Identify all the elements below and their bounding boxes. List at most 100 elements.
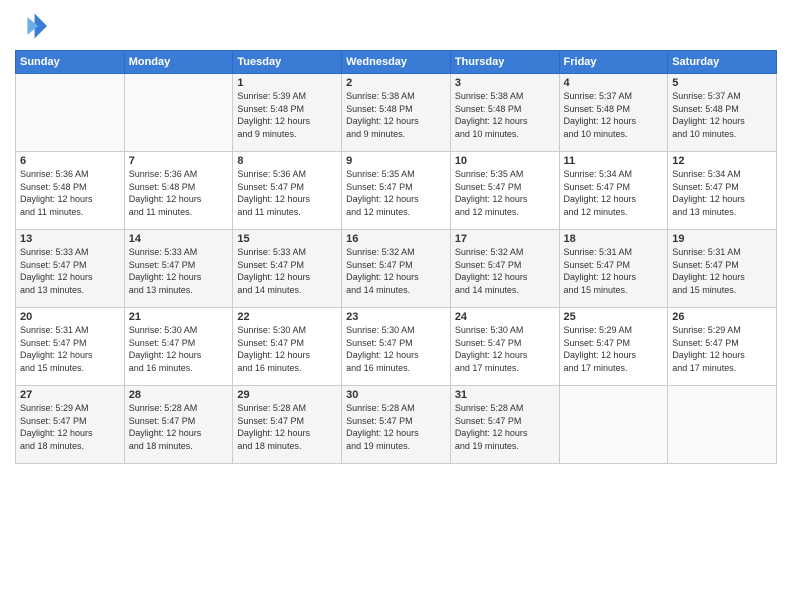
day-number: 12 — [672, 155, 772, 167]
day-cell: 4Sunrise: 5:37 AM Sunset: 5:48 PM Daylig… — [559, 74, 668, 152]
day-info: Sunrise: 5:30 AM Sunset: 5:47 PM Dayligh… — [237, 324, 337, 374]
day-cell: 19Sunrise: 5:31 AM Sunset: 5:47 PM Dayli… — [668, 230, 777, 308]
day-info: Sunrise: 5:29 AM Sunset: 5:47 PM Dayligh… — [564, 324, 664, 374]
day-cell: 12Sunrise: 5:34 AM Sunset: 5:47 PM Dayli… — [668, 152, 777, 230]
day-info: Sunrise: 5:36 AM Sunset: 5:47 PM Dayligh… — [237, 168, 337, 218]
day-info: Sunrise: 5:37 AM Sunset: 5:48 PM Dayligh… — [672, 90, 772, 140]
weekday-header-saturday: Saturday — [668, 51, 777, 74]
day-cell: 27Sunrise: 5:29 AM Sunset: 5:47 PM Dayli… — [16, 386, 125, 464]
day-number: 5 — [672, 77, 772, 89]
day-number: 31 — [455, 389, 555, 401]
day-info: Sunrise: 5:32 AM Sunset: 5:47 PM Dayligh… — [455, 246, 555, 296]
day-cell: 14Sunrise: 5:33 AM Sunset: 5:47 PM Dayli… — [124, 230, 233, 308]
day-number: 23 — [346, 311, 446, 323]
day-number: 19 — [672, 233, 772, 245]
day-cell: 31Sunrise: 5:28 AM Sunset: 5:47 PM Dayli… — [450, 386, 559, 464]
day-info: Sunrise: 5:28 AM Sunset: 5:47 PM Dayligh… — [346, 402, 446, 452]
day-cell: 21Sunrise: 5:30 AM Sunset: 5:47 PM Dayli… — [124, 308, 233, 386]
week-row-4: 20Sunrise: 5:31 AM Sunset: 5:47 PM Dayli… — [16, 308, 777, 386]
day-info: Sunrise: 5:39 AM Sunset: 5:48 PM Dayligh… — [237, 90, 337, 140]
day-number: 25 — [564, 311, 664, 323]
day-cell: 28Sunrise: 5:28 AM Sunset: 5:47 PM Dayli… — [124, 386, 233, 464]
logo — [15, 10, 51, 42]
day-cell: 6Sunrise: 5:36 AM Sunset: 5:48 PM Daylig… — [16, 152, 125, 230]
day-info: Sunrise: 5:34 AM Sunset: 5:47 PM Dayligh… — [672, 168, 772, 218]
weekday-header-thursday: Thursday — [450, 51, 559, 74]
day-number: 11 — [564, 155, 664, 167]
day-cell — [668, 386, 777, 464]
day-info: Sunrise: 5:36 AM Sunset: 5:48 PM Dayligh… — [20, 168, 120, 218]
day-cell: 11Sunrise: 5:34 AM Sunset: 5:47 PM Dayli… — [559, 152, 668, 230]
day-number: 8 — [237, 155, 337, 167]
day-number: 16 — [346, 233, 446, 245]
weekday-header-friday: Friday — [559, 51, 668, 74]
day-cell: 2Sunrise: 5:38 AM Sunset: 5:48 PM Daylig… — [342, 74, 451, 152]
day-number: 20 — [20, 311, 120, 323]
day-cell: 8Sunrise: 5:36 AM Sunset: 5:47 PM Daylig… — [233, 152, 342, 230]
week-row-2: 6Sunrise: 5:36 AM Sunset: 5:48 PM Daylig… — [16, 152, 777, 230]
day-info: Sunrise: 5:31 AM Sunset: 5:47 PM Dayligh… — [20, 324, 120, 374]
day-info: Sunrise: 5:35 AM Sunset: 5:47 PM Dayligh… — [455, 168, 555, 218]
week-row-1: 1Sunrise: 5:39 AM Sunset: 5:48 PM Daylig… — [16, 74, 777, 152]
day-info: Sunrise: 5:36 AM Sunset: 5:48 PM Dayligh… — [129, 168, 229, 218]
day-number: 21 — [129, 311, 229, 323]
page: SundayMondayTuesdayWednesdayThursdayFrid… — [0, 0, 792, 612]
day-info: Sunrise: 5:38 AM Sunset: 5:48 PM Dayligh… — [455, 90, 555, 140]
day-info: Sunrise: 5:30 AM Sunset: 5:47 PM Dayligh… — [129, 324, 229, 374]
day-number: 24 — [455, 311, 555, 323]
day-number: 2 — [346, 77, 446, 89]
calendar-table: SundayMondayTuesdayWednesdayThursdayFrid… — [15, 50, 777, 464]
weekday-header-sunday: Sunday — [16, 51, 125, 74]
day-number: 26 — [672, 311, 772, 323]
day-info: Sunrise: 5:35 AM Sunset: 5:47 PM Dayligh… — [346, 168, 446, 218]
day-number: 29 — [237, 389, 337, 401]
weekday-header-tuesday: Tuesday — [233, 51, 342, 74]
day-info: Sunrise: 5:34 AM Sunset: 5:47 PM Dayligh… — [564, 168, 664, 218]
day-number: 10 — [455, 155, 555, 167]
day-number: 9 — [346, 155, 446, 167]
day-info: Sunrise: 5:32 AM Sunset: 5:47 PM Dayligh… — [346, 246, 446, 296]
day-cell: 5Sunrise: 5:37 AM Sunset: 5:48 PM Daylig… — [668, 74, 777, 152]
logo-icon — [15, 10, 47, 42]
day-info: Sunrise: 5:33 AM Sunset: 5:47 PM Dayligh… — [20, 246, 120, 296]
day-number: 3 — [455, 77, 555, 89]
day-cell: 25Sunrise: 5:29 AM Sunset: 5:47 PM Dayli… — [559, 308, 668, 386]
day-cell: 17Sunrise: 5:32 AM Sunset: 5:47 PM Dayli… — [450, 230, 559, 308]
day-number: 7 — [129, 155, 229, 167]
day-info: Sunrise: 5:31 AM Sunset: 5:47 PM Dayligh… — [672, 246, 772, 296]
day-number: 6 — [20, 155, 120, 167]
day-cell: 30Sunrise: 5:28 AM Sunset: 5:47 PM Dayli… — [342, 386, 451, 464]
weekday-header-monday: Monday — [124, 51, 233, 74]
day-cell: 3Sunrise: 5:38 AM Sunset: 5:48 PM Daylig… — [450, 74, 559, 152]
header — [15, 10, 777, 42]
day-cell: 7Sunrise: 5:36 AM Sunset: 5:48 PM Daylig… — [124, 152, 233, 230]
day-cell: 1Sunrise: 5:39 AM Sunset: 5:48 PM Daylig… — [233, 74, 342, 152]
day-info: Sunrise: 5:28 AM Sunset: 5:47 PM Dayligh… — [129, 402, 229, 452]
day-cell: 15Sunrise: 5:33 AM Sunset: 5:47 PM Dayli… — [233, 230, 342, 308]
day-info: Sunrise: 5:29 AM Sunset: 5:47 PM Dayligh… — [20, 402, 120, 452]
day-number: 14 — [129, 233, 229, 245]
day-cell: 23Sunrise: 5:30 AM Sunset: 5:47 PM Dayli… — [342, 308, 451, 386]
day-number: 1 — [237, 77, 337, 89]
day-cell: 24Sunrise: 5:30 AM Sunset: 5:47 PM Dayli… — [450, 308, 559, 386]
day-number: 13 — [20, 233, 120, 245]
day-info: Sunrise: 5:28 AM Sunset: 5:47 PM Dayligh… — [455, 402, 555, 452]
day-info: Sunrise: 5:38 AM Sunset: 5:48 PM Dayligh… — [346, 90, 446, 140]
day-number: 22 — [237, 311, 337, 323]
day-info: Sunrise: 5:33 AM Sunset: 5:47 PM Dayligh… — [237, 246, 337, 296]
day-cell: 29Sunrise: 5:28 AM Sunset: 5:47 PM Dayli… — [233, 386, 342, 464]
day-info: Sunrise: 5:28 AM Sunset: 5:47 PM Dayligh… — [237, 402, 337, 452]
day-number: 15 — [237, 233, 337, 245]
day-cell: 18Sunrise: 5:31 AM Sunset: 5:47 PM Dayli… — [559, 230, 668, 308]
day-number: 18 — [564, 233, 664, 245]
header-row: SundayMondayTuesdayWednesdayThursdayFrid… — [16, 51, 777, 74]
day-cell: 9Sunrise: 5:35 AM Sunset: 5:47 PM Daylig… — [342, 152, 451, 230]
week-row-5: 27Sunrise: 5:29 AM Sunset: 5:47 PM Dayli… — [16, 386, 777, 464]
day-number: 27 — [20, 389, 120, 401]
day-number: 17 — [455, 233, 555, 245]
day-cell: 16Sunrise: 5:32 AM Sunset: 5:47 PM Dayli… — [342, 230, 451, 308]
day-info: Sunrise: 5:33 AM Sunset: 5:47 PM Dayligh… — [129, 246, 229, 296]
day-info: Sunrise: 5:30 AM Sunset: 5:47 PM Dayligh… — [346, 324, 446, 374]
day-info: Sunrise: 5:30 AM Sunset: 5:47 PM Dayligh… — [455, 324, 555, 374]
week-row-3: 13Sunrise: 5:33 AM Sunset: 5:47 PM Dayli… — [16, 230, 777, 308]
